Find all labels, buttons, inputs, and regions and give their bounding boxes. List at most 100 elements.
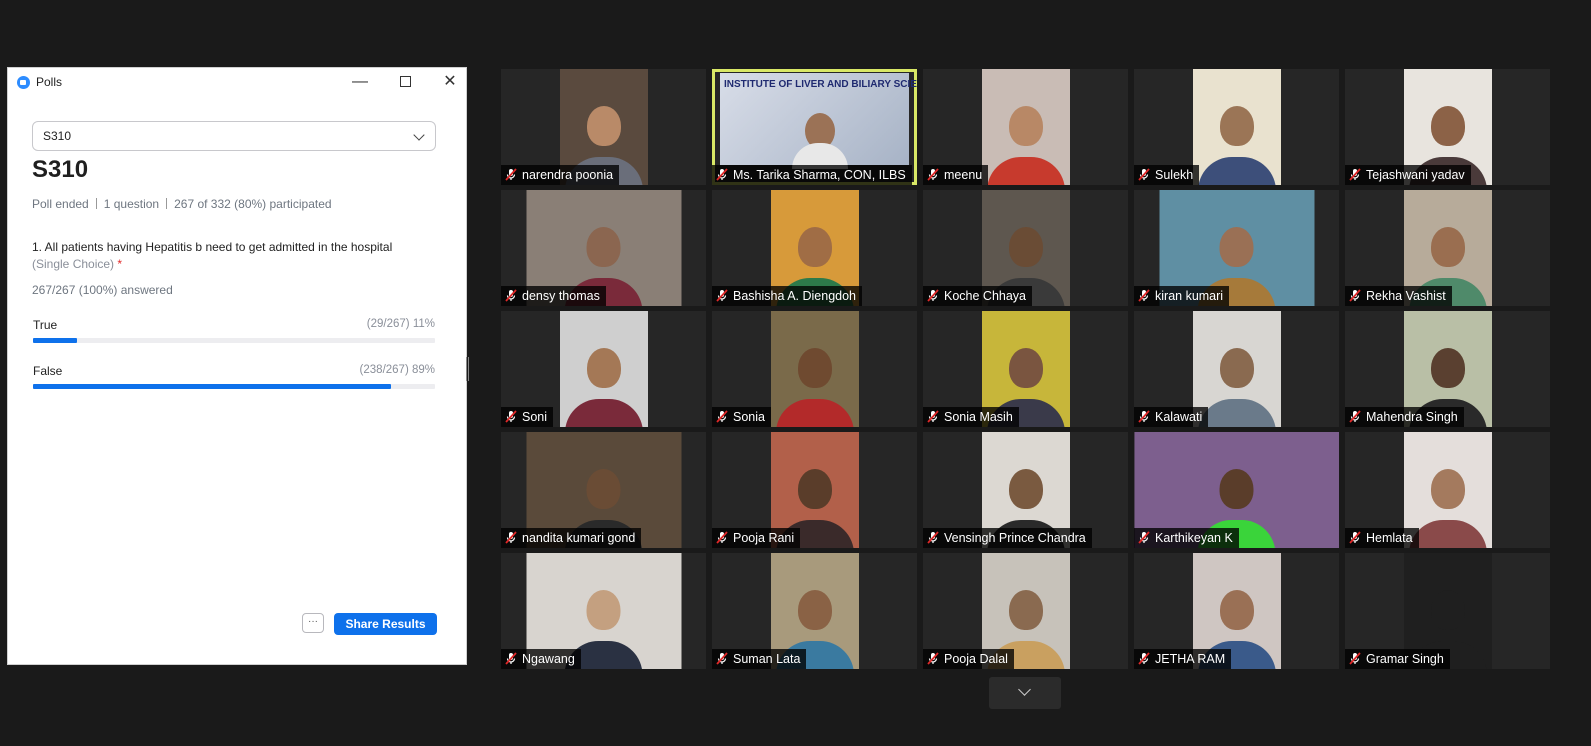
muted-mic-icon (505, 652, 522, 666)
participant-name-tag: Sonia (712, 407, 771, 427)
muted-mic-icon (1349, 531, 1366, 545)
share-results-button[interactable]: Share Results (334, 613, 437, 635)
minimize-button[interactable]: — (338, 68, 382, 96)
title-bar[interactable]: Polls — ✕ (8, 68, 466, 96)
participant-name-tag: Tejashwani yadav (1345, 165, 1471, 185)
participant-name-tag: nandita kumari gond (501, 528, 642, 548)
participant-tile[interactable]: Soni (501, 311, 706, 427)
participant-head (1219, 106, 1254, 147)
participant-head (1008, 106, 1043, 147)
muted-mic-icon (716, 531, 733, 545)
participant-tile[interactable]: Karthikeyan K (1134, 432, 1339, 548)
participant-video (981, 69, 1070, 185)
participant-tile[interactable]: nandita kumari gond (501, 432, 706, 548)
participant-name: kiran kumari (1155, 289, 1224, 303)
participant-body (1197, 157, 1276, 185)
participant-name: nandita kumari gond (522, 531, 636, 545)
participant-name: Sonia (733, 410, 765, 424)
participant-head (797, 469, 832, 510)
participant-name-tag: Gramar Singh (1345, 649, 1450, 669)
participant-body (1408, 520, 1487, 548)
more-options-button[interactable]: ··· (302, 613, 324, 633)
participant-tile[interactable]: Pooja Dalal (923, 553, 1128, 669)
participant-name-tag: Ngawang (501, 649, 581, 669)
participant-tile[interactable]: Tejashwani yadav (1345, 69, 1550, 185)
answered-stat: 267/267 (100%) answered (32, 283, 173, 297)
participant-head (1430, 469, 1465, 510)
muted-mic-icon (1349, 168, 1366, 182)
participant-name-tag: Suman Lata (712, 649, 807, 669)
poll-option: True (29/267) 11% (33, 318, 435, 343)
participant-head (586, 227, 621, 268)
participant-body (1197, 399, 1276, 427)
muted-mic-icon (927, 168, 944, 182)
participant-name-tag: meenu (923, 165, 989, 185)
window-title: Polls (36, 75, 63, 89)
participant-name-tag: Bashisha A. Diengdoh (712, 286, 863, 306)
participant-tile[interactable]: Ngawang (501, 553, 706, 669)
participant-tile[interactable]: Rekha Vashist (1345, 190, 1550, 306)
participant-tile[interactable]: Hemlata (1345, 432, 1550, 548)
poll-status: Poll ended (32, 197, 89, 211)
muted-mic-icon (716, 652, 733, 666)
poll-selector-value: S310 (43, 129, 72, 143)
participant-tile[interactable]: Gramar Singh (1345, 553, 1550, 669)
divider (166, 198, 168, 209)
question-type-label: (Single Choice) (32, 257, 115, 271)
participant-tile[interactable]: JETHA RAM (1134, 553, 1339, 669)
participant-head (1430, 106, 1465, 147)
participant-tile[interactable]: Pooja Rani (712, 432, 917, 548)
participant-name: Pooja Dalal (944, 652, 1008, 666)
participant-tile[interactable]: kiran kumari (1134, 190, 1339, 306)
divider (95, 198, 97, 209)
participant-tile[interactable]: Sulekh (1134, 69, 1339, 185)
participant-tile[interactable]: Bashisha A. Diengdoh (712, 190, 917, 306)
participant-tile[interactable]: densy thomas (501, 190, 706, 306)
participant-body (986, 157, 1065, 185)
participant-tile[interactable]: Vensingh Prince Chandra (923, 432, 1128, 548)
participant-tile[interactable]: Kalawati (1134, 311, 1339, 427)
participant-name: Ngawang (522, 652, 575, 666)
participant-name-tag: Vensingh Prince Chandra (923, 528, 1092, 548)
poll-selector-dropdown[interactable]: S310 (32, 121, 436, 151)
close-button[interactable]: ✕ (428, 68, 472, 96)
participant-name: Sonia Masih (944, 410, 1013, 424)
participant-name-tag: Sulekh (1134, 165, 1200, 185)
option-count: (29/267) 11% (366, 318, 435, 330)
participant-name: Gramar Singh (1366, 652, 1444, 666)
scroll-down-button[interactable] (989, 677, 1061, 709)
maximize-button[interactable] (383, 68, 427, 96)
participant-body (564, 399, 643, 427)
shared-video-feed: INSTITUTE OF LIVER AND BILIARY SCIENCES (720, 73, 917, 169)
participant-tile[interactable]: meenu (923, 69, 1128, 185)
result-bar-fill (33, 384, 391, 389)
poll-meta: Poll ended 1 question 267 of 332 (80%) par… (32, 197, 332, 211)
participant-name-tag: JETHA RAM (1134, 649, 1232, 669)
slide-title: INSTITUTE OF LIVER AND BILIARY SCIENCES (724, 79, 917, 90)
participant-tile[interactable]: Sonia (712, 311, 917, 427)
participant-name: densy thomas (522, 289, 600, 303)
participant-tile[interactable]: Koche Chhaya (923, 190, 1128, 306)
participant-tile[interactable]: Sonia Masih (923, 311, 1128, 427)
muted-mic-icon (1349, 410, 1366, 424)
muted-mic-icon (505, 531, 522, 545)
participant-name-tag: Sonia Masih (923, 407, 1019, 427)
participant-tile[interactable]: Mahendra Singh (1345, 311, 1550, 427)
muted-mic-icon (716, 168, 733, 182)
participant-name: Soni (522, 410, 548, 424)
participant-name-tag: Pooja Dalal (923, 649, 1014, 669)
participant-head (1219, 590, 1254, 631)
participant-head (1430, 348, 1465, 389)
participant-tile[interactable]: INSTITUTE OF LIVER AND BILIARY SCIENCES M… (712, 69, 917, 185)
participant-name: Tejashwani yadav (1366, 168, 1465, 182)
participant-video (559, 311, 648, 427)
participant-head (797, 227, 832, 268)
participant-tile[interactable]: Suman Lata (712, 553, 917, 669)
panel-resize-handle[interactable] (466, 357, 469, 381)
participant-head (1008, 227, 1043, 268)
muted-mic-icon (1138, 168, 1155, 182)
zoom-icon (17, 76, 30, 89)
participation-stat: 267 of 332 (80%) participated (174, 197, 332, 211)
participant-head (1008, 348, 1043, 389)
participant-tile[interactable]: narendra poonia (501, 69, 706, 185)
